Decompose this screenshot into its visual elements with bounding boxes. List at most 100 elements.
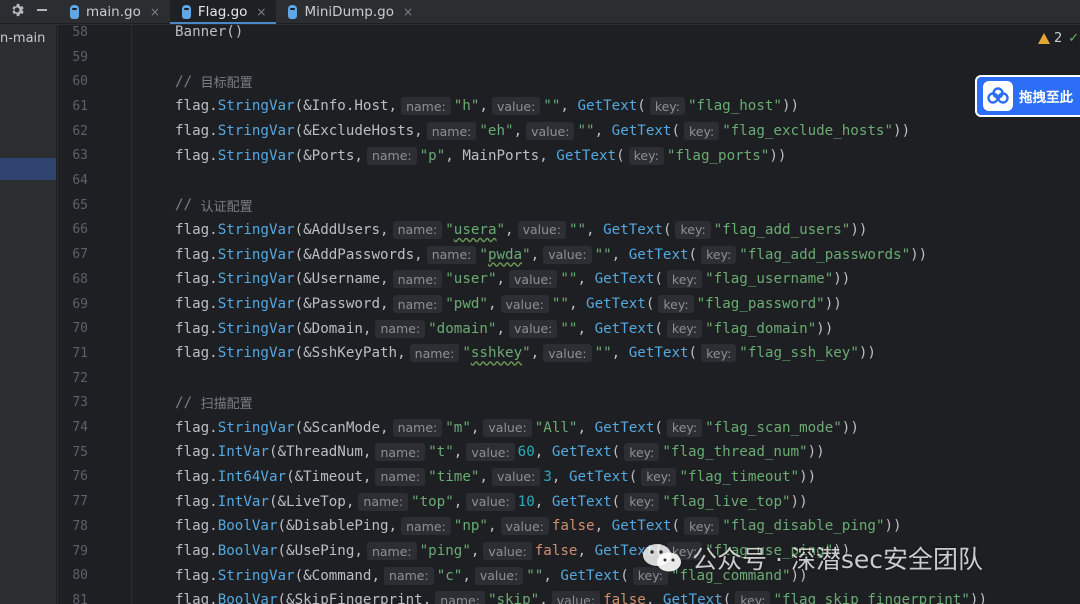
parameter-hint: key: [666,319,703,338]
parameter-hint: value: [526,122,575,141]
code-line[interactable]: 81 flag. BoolVar (&SkipFingerprint, name: "sk… [58,588,1080,604]
code-token: "p" [419,147,446,164]
code-token: // [175,197,201,214]
code-token: ( [654,320,663,337]
close-icon[interactable]: × [403,5,413,19]
code-token: " [522,345,531,362]
code-token: ( [637,98,646,115]
parameter-hint: name: [358,492,409,511]
code-editor[interactable]: 58 Banner() 59 60// 目标配置 61 flag. StringVar (&I… [58,25,1080,604]
code-line[interactable]: 66 flag. StringVar (&AddUsers, name: " usera ",… [58,218,1080,243]
line-number: 81 [72,592,88,604]
tab-main-go[interactable]: main.go × [58,0,170,23]
code-token: "" [551,296,569,313]
line-number: 64 [72,173,88,189]
code-line[interactable]: 71 flag. StringVar (&SshKeyPath, name: " sshke… [58,341,1080,366]
code-line[interactable]: 59 [58,45,1080,70]
code-token: "" [543,98,561,115]
parameter-hint: key: [735,591,771,604]
code-token: , [594,123,612,140]
parameter-hint: name: [375,443,426,462]
line-number: 69 [72,296,88,312]
code-text: flag. IntVar (&LiveTop, name: "top", value: 10… [175,492,808,511]
code-line[interactable]: 80 flag. StringVar (&Command, name: "c", value… [58,563,1080,588]
close-icon[interactable]: × [150,5,160,19]
code-token: "skip" [487,592,540,604]
code-text: flag. StringVar (&Password, name: "pwd", valu… [175,295,842,314]
project-selected-item[interactable] [0,158,56,180]
code-token: , [513,123,523,140]
code-token: , [645,592,663,604]
code-text: flag. StringVar (&AddPasswords, name: " pwda "… [175,245,927,264]
code-line[interactable]: 65 // 认证配置 [58,193,1080,218]
code-line[interactable]: 75 flag. IntVar (&ThreadNum, name: "t", value:… [58,440,1080,465]
tab-minidump-go[interactable]: MiniDump.go × [276,0,423,23]
code-line[interactable]: 68 flag. StringVar (&Username, name: "user", v… [58,267,1080,292]
code-token: 扫描配置 [200,397,253,413]
code-token: sshkey [470,345,523,362]
code-token: ( [611,444,621,461]
code-line[interactable]: 62 flag. StringVar (&ExcludeHosts, name: "eh"… [58,119,1080,144]
line-number: 67 [72,247,88,263]
code-token: "flag_host" [688,98,782,115]
tab-label: main.go [86,3,141,20]
code-line[interactable]: 74 flag. StringVar (&ScanMode, name: "m", valu… [58,415,1080,440]
code-token: ( [688,246,698,263]
code-token: flag. [175,345,218,362]
code-token: )) [833,543,851,560]
code-line[interactable]: 61 flag. StringVar (&Info.Host, name: "h", val… [58,94,1080,119]
code-token: "" [560,320,578,337]
parameter-hint: value: [491,467,541,486]
code-token: , [530,345,540,362]
line-number: 58 [72,25,88,40]
parameter-hint: key: [701,344,737,363]
code-line[interactable]: 72 [58,366,1080,391]
code-token: false [551,518,595,535]
code-token: , [479,98,488,115]
close-icon[interactable]: × [256,5,266,19]
code-token: , [462,567,471,584]
code-token: " [522,246,531,263]
code-token: "flag_timeout" [679,468,800,485]
code-token: , [611,345,629,362]
project-root-item[interactable]: n-main [0,31,45,46]
code-token: flag. [175,123,218,140]
code-token: GetText [577,98,638,115]
code-token: StringVar [217,147,295,164]
code-line[interactable]: 77 flag. IntVar (&LiveTop, name: "top", value:… [58,489,1080,514]
inspection-widget[interactable]: 2 ✓ [1038,31,1079,46]
gear-icon[interactable] [10,3,24,21]
code-line[interactable]: 63 flag. StringVar (&Ports, name: "p", MainPo… [58,144,1080,169]
code-line[interactable]: 58 Banner() [58,25,1080,45]
code-token: "flag_use_ping" [705,543,834,560]
code-token: false [603,592,646,604]
code-line[interactable]: 79 flag. BoolVar (&UsePing, name: "ping", valu… [58,539,1080,564]
code-token: , [551,468,569,485]
minus-icon[interactable] [36,4,48,20]
code-line[interactable]: 64 [58,168,1080,193]
tab-flag-go[interactable]: Flag.go × [169,0,277,24]
code-line[interactable]: 60 // 目标配置 [58,69,1080,94]
code-text: flag. StringVar (&Ports, name: "p", MainPort… [175,146,786,165]
line-number: 75 [72,444,88,460]
code-token: Int64Var [217,468,287,485]
line-number: 65 [72,197,88,213]
code-line[interactable]: 78 flag. BoolVar (&DisablePing, name: "np", va… [58,514,1080,539]
parameter-hint: key: [701,245,737,264]
drag-drop-button[interactable]: 拖拽至此 [975,75,1080,117]
code-line[interactable]: 76 flag. Int64Var (&Timeout, name: "time", val… [58,465,1080,490]
code-line[interactable]: 69 flag. StringVar (&Password, name: "pwd", va… [58,292,1080,317]
line-number: 79 [72,543,88,559]
parameter-hint: key: [624,443,660,462]
parameter-hint: value: [466,492,515,511]
parameter-hint: value: [466,443,515,462]
code-token: "flag_username" [705,271,834,288]
code-token: , [470,419,480,436]
code-token: , [496,271,506,288]
code-line[interactable]: 73 // 扫描配置 [58,391,1080,416]
code-line[interactable]: 70 flag. StringVar (&Domain, name: "domain", v… [58,316,1080,341]
code-token: flag. [175,419,218,436]
code-line[interactable]: 67 flag. StringVar (&AddPasswords, name: " pwd… [58,242,1080,267]
code-token: " [496,221,506,238]
code-token: GetText [662,592,723,604]
